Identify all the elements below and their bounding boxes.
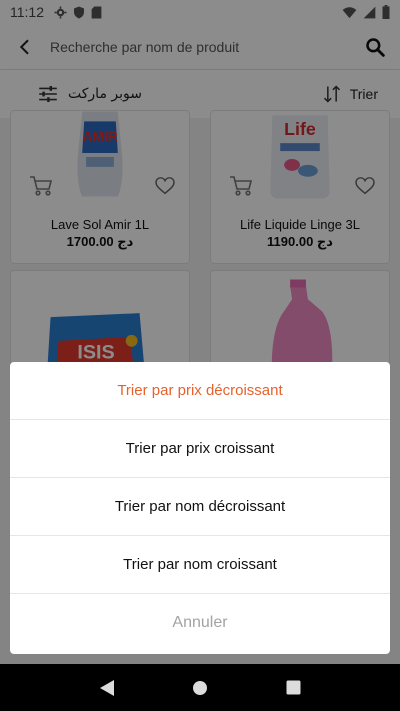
nav-back-icon[interactable] xyxy=(99,679,115,697)
nav-recents-icon[interactable] xyxy=(286,680,301,695)
screen: 11:12 سوبر ماركت Trier xyxy=(0,0,400,711)
nav-home-icon[interactable] xyxy=(192,680,208,696)
system-nav-bar xyxy=(0,664,400,711)
sort-option-name-asc[interactable]: Trier par nom croissant xyxy=(10,536,390,594)
sort-option-name-desc[interactable]: Trier par nom décroissant xyxy=(10,478,390,536)
cancel-button[interactable]: Annuler xyxy=(10,594,390,652)
sort-option-price-asc[interactable]: Trier par prix croissant xyxy=(10,420,390,478)
sort-option-price-desc[interactable]: Trier par prix décroissant xyxy=(10,362,390,420)
sort-options-sheet: Trier par prix décroissant Trier par pri… xyxy=(10,362,390,654)
